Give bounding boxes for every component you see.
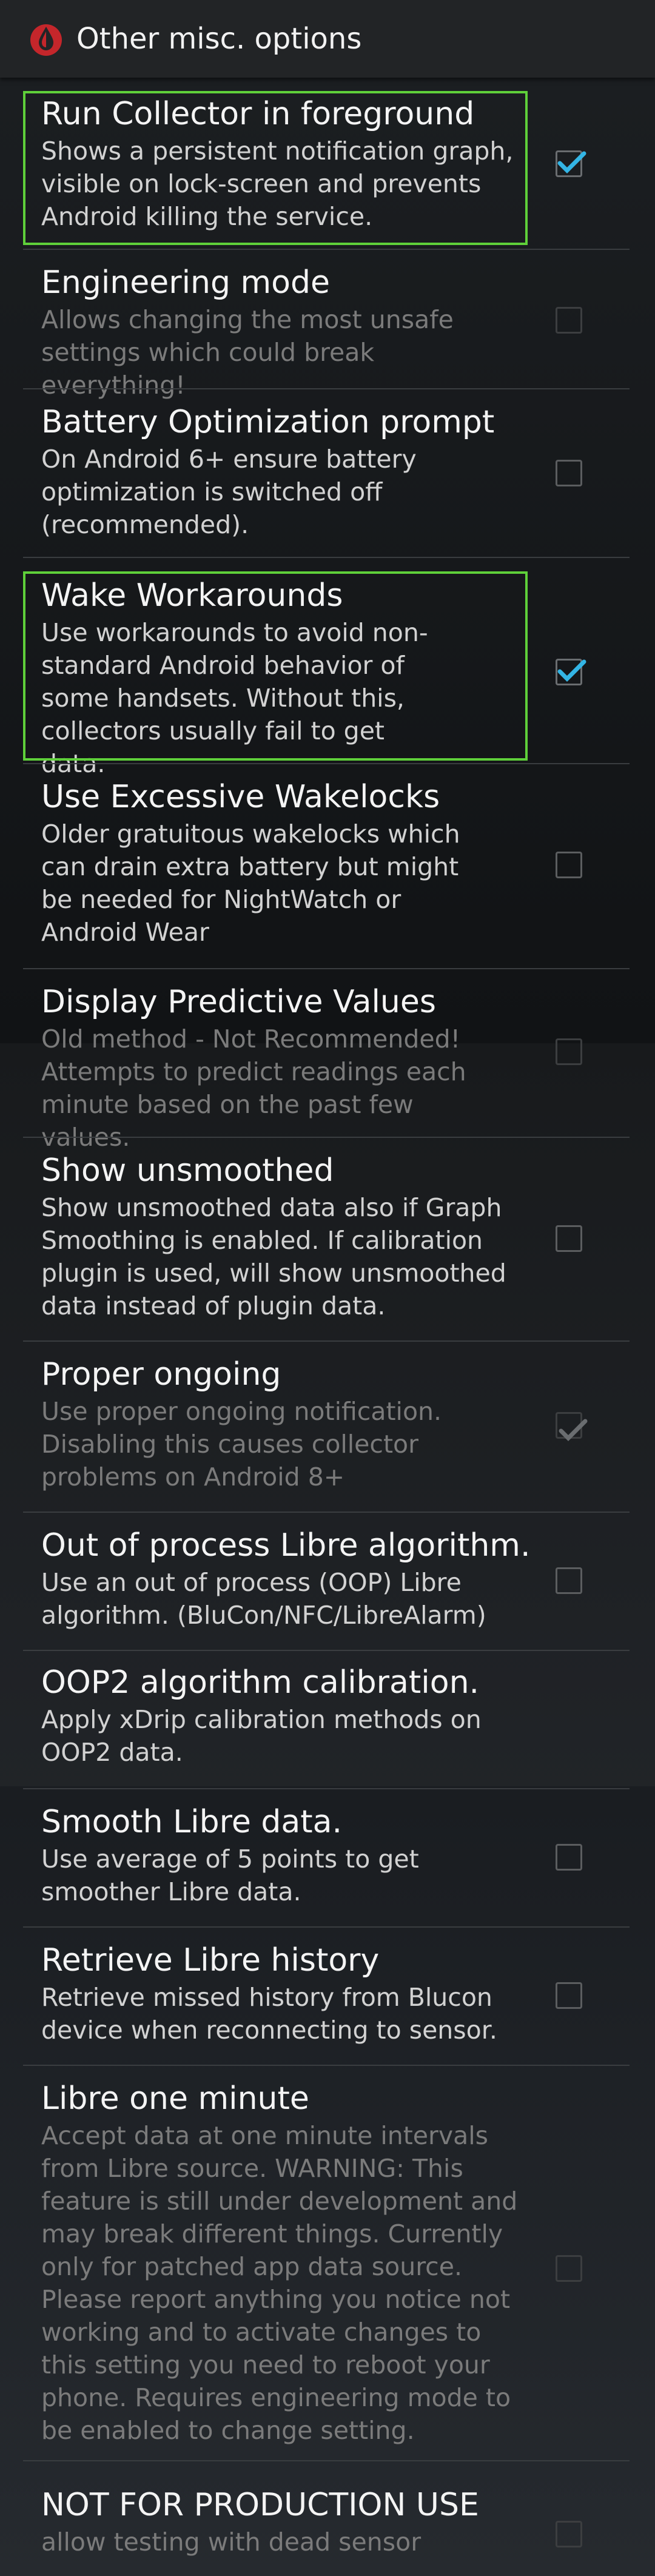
pref-summary: On Android 6+ ensure battery optimizatio…	[41, 445, 417, 539]
pref-summary: Show unsmoothed data also if Graph Smoot…	[41, 1193, 506, 1320]
pref-title: Smooth Libre data.	[41, 1804, 343, 1840]
divider	[23, 557, 630, 558]
pref-title: Retrieve Libre history	[41, 1942, 380, 1979]
pref-checkbox[interactable]	[556, 2521, 582, 2547]
pref-checkbox[interactable]	[556, 150, 586, 177]
pref-title: Engineering mode	[41, 264, 330, 301]
pref-display-predictive[interactable]: Display Predictive Values Old method - N…	[0, 969, 655, 1152]
pref-checkbox[interactable]	[556, 2255, 582, 2282]
pref-libre-one-minute[interactable]: Libre one minute Accept data at one minu…	[0, 2066, 655, 2460]
pref-show-unsmoothed[interactable]: Show unsmoothed Show unsmoothed data als…	[0, 1138, 655, 1342]
pref-checkbox[interactable]	[556, 307, 582, 334]
highlight-box	[23, 571, 528, 761]
blood-drop-icon[interactable]	[28, 21, 64, 57]
pref-title: Proper ongoing	[41, 1356, 281, 1393]
pref-checkbox[interactable]	[556, 1038, 582, 1065]
pref-summary: Old method - Not Recommended! Attempts t…	[41, 1024, 466, 1152]
page-title: Other misc. options	[76, 22, 362, 56]
pref-not-for-production[interactable]: NOT FOR PRODUCTION USE allow testing wit…	[0, 2461, 655, 2576]
pref-title: NOT FOR PRODUCTION USE	[41, 2487, 479, 2523]
pref-checkbox[interactable]	[556, 852, 582, 878]
pref-summary: Apply xDrip calibration methods on OOP2 …	[41, 1705, 482, 1767]
pref-battery-optimization[interactable]: Battery Optimization prompt On Android 6…	[0, 389, 655, 557]
pref-summary: Older gratuitous wakelocks which can dra…	[41, 819, 460, 947]
pref-title: Libre one minute	[41, 2080, 309, 2117]
pref-checkbox[interactable]	[556, 1412, 588, 1441]
pref-checkbox[interactable]	[556, 1844, 582, 1871]
pref-checkbox[interactable]	[556, 1225, 582, 1252]
pref-proper-ongoing[interactable]: Proper ongoing Use proper ongoing notifi…	[0, 1342, 655, 1510]
pref-title: Display Predictive Values	[41, 984, 436, 1020]
pref-checkbox[interactable]	[556, 659, 586, 685]
checkmark-icon	[559, 1419, 588, 1441]
pref-summary: Allows changing the most unsafe settings…	[41, 305, 454, 400]
pref-summary: Retrieve missed history from Blucon devi…	[41, 1983, 497, 2045]
pref-checkbox[interactable]	[556, 460, 582, 486]
pref-retrieve-libre-history[interactable]: Retrieve Libre history Retrieve missed h…	[0, 1928, 655, 2065]
pref-summary: Accept data at one minute intervals from…	[41, 2121, 518, 2445]
pref-oop2-calibration[interactable]: OOP2 algorithm calibration. Apply xDrip …	[0, 1651, 655, 1788]
pref-excessive-wakelocks[interactable]: Use Excessive Wakelocks Older gratuitous…	[0, 764, 655, 968]
pref-title: Use Excessive Wakelocks	[41, 779, 440, 815]
pref-engineering-mode[interactable]: Engineering mode Allows changing the mos…	[0, 250, 655, 400]
pref-summary: Use an out of process (OOP) Libre algori…	[41, 1568, 486, 1630]
app-bar: Other misc. options	[0, 0, 655, 78]
pref-checkbox[interactable]	[556, 1567, 582, 1594]
pref-title: OOP2 algorithm calibration.	[41, 1664, 480, 1701]
highlight-box	[23, 91, 528, 245]
pref-summary: Use average of 5 points to get smoother …	[41, 1845, 419, 1906]
pref-summary: allow testing with dead sensor	[41, 2527, 422, 2557]
pref-smooth-libre[interactable]: Smooth Libre data. Use average of 5 poin…	[0, 1789, 655, 1926]
checkmark-icon	[557, 151, 586, 173]
pref-summary: Use proper ongoing notification. Disabli…	[41, 1397, 442, 1491]
pref-checkbox[interactable]	[556, 1982, 582, 2009]
pref-title: Battery Optimization prompt	[41, 404, 495, 440]
pref-title: Out of process Libre algorithm.	[41, 1527, 531, 1564]
checkmark-icon	[557, 659, 586, 682]
pref-title: Show unsmoothed	[41, 1152, 334, 1189]
pref-oop-libre[interactable]: Out of process Libre algorithm. Use an o…	[0, 1513, 655, 1650]
